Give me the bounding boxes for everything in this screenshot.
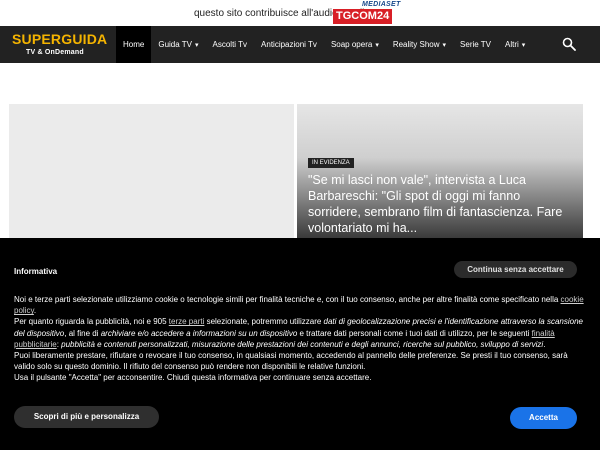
continue-without-accepting-button[interactable]: Continua senza accettare [454,261,577,278]
text-emphasis: archiviare e/o accedere a informazioni s… [100,328,298,338]
cookie-paragraph-1: Noi e terze parti selezionate utilizziam… [14,294,584,316]
text-span: selezionate, potremmo utilizzare [204,317,324,327]
tgcom-logo-number: 24 [376,10,390,22]
nav-item-soap-opera[interactable]: Soap opera ▾ [324,26,386,63]
cookie-paragraph-4: Usa il pulsante "Accetta" per acconsenti… [14,373,372,383]
text-span: Noi e terze parti selezionate utilizziam… [14,295,561,304]
text-emphasis: pubblicità e contenuti personalizzati, m… [61,339,544,349]
nav-item-label: Altri [505,40,519,49]
cookie-notice-text: Noi e terze parti selezionate utilizziam… [14,294,584,384]
nav-item-label: Ascolti Tv [212,40,248,49]
chevron-down-icon: ▾ [375,42,379,49]
text-span: . [33,306,37,316]
tgcom24-logo[interactable]: TGCOM24 [333,9,393,24]
third-parties-link[interactable]: terze parti [169,317,205,326]
search-icon[interactable] [562,37,576,51]
nav-item-altri[interactable]: Altri ▾ [498,26,532,63]
article-card-image-placeholder[interactable] [9,104,294,238]
text-span: . [543,339,546,349]
nav-item-label: Serie TV [460,40,492,49]
tgcom-logo-text: TGCOM [336,10,377,22]
nav-menu: Home Guida TV ▾ Ascolti Tv Anticipazioni … [116,26,532,63]
nav-item-anticipazioni-tv[interactable]: Anticipazioni Tv [254,26,324,63]
top-banner[interactable]: questo sito contribuisce all'audience di… [0,0,600,26]
chevron-down-icon: ▾ [195,42,199,49]
mediaset-logo-text: MEDIASET [362,1,401,8]
nav-item-reality-show[interactable]: Reality Show ▾ [386,26,453,63]
featured-headline[interactable]: "Se mi lasci non vale", intervista a Luc… [308,172,576,236]
nav-item-home[interactable]: Home [116,26,152,63]
nav-item-guida-tv[interactable]: Guida TV ▾ [151,26,205,63]
text-span: Per quanto riguarda la pubblicità, noi e… [14,317,169,327]
featured-badge: IN EVIDENZA [308,158,354,168]
site-logo[interactable]: SUPERGUIDA TV & OnDemand [12,31,108,59]
nav-item-label: Home [123,40,145,49]
text-span: , al fine di [64,328,101,338]
logo-sub-text: TV & OnDemand [26,49,84,56]
nav-item-label: Soap opera [330,40,373,49]
accept-button[interactable]: Accetta [510,407,577,429]
main-navbar: SUPERGUIDA TV & OnDemand Home Guida TV ▾ … [0,26,600,63]
cookie-paragraph-2: Per quanto riguarda la pubblicità, noi e… [14,316,584,350]
cookie-paragraph-3: Puoi liberamente prestare, rifiutare o r… [14,351,568,372]
nav-item-label: Reality Show [392,40,440,49]
nav-item-label: Guida TV [158,40,192,49]
nav-item-label: Anticipazioni Tv [261,40,317,49]
chevron-down-icon: ▾ [521,42,526,49]
logo-main-text: SUPERGUIDA [12,31,108,47]
text-span: e trattare dati personali come i tuoi da… [297,328,532,338]
nav-item-serie-tv[interactable]: Serie TV [453,26,498,63]
nav-item-ascolti-tv[interactable]: Ascolti Tv [206,26,255,63]
chevron-down-icon: ▾ [442,42,447,49]
cookie-title: Informativa [14,267,58,276]
learn-more-customize-button[interactable]: Scopri di più e personalizza [14,406,159,428]
